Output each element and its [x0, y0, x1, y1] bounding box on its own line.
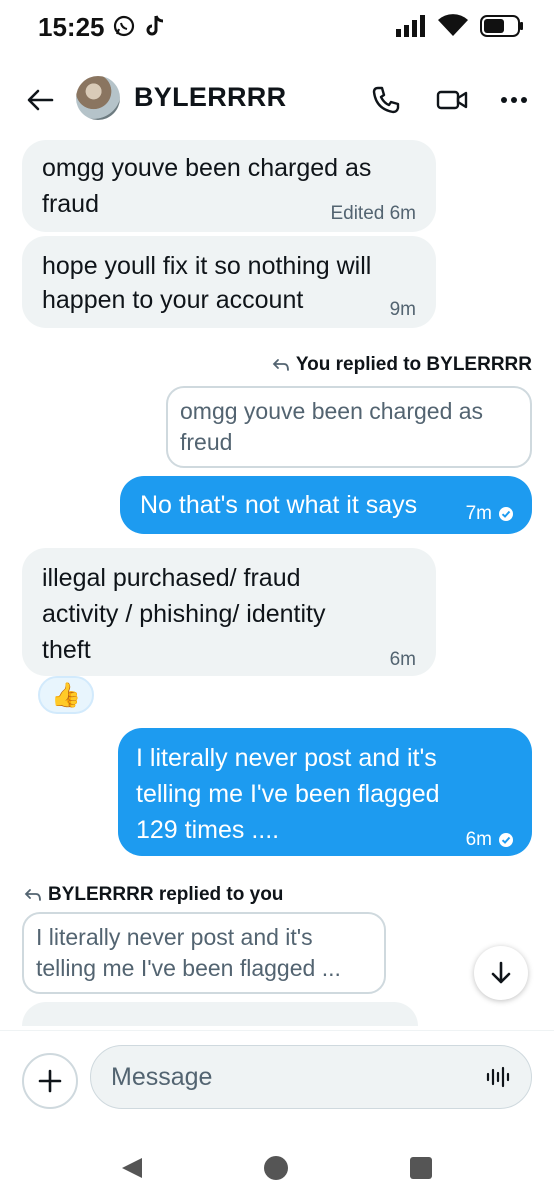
status-bar: 15:25: [0, 0, 554, 56]
message-bubble-outgoing[interactable]: I literally never post and it's telling …: [118, 728, 532, 856]
message-text: hope youll fix it so nothing will: [42, 252, 372, 280]
whatsapp-icon: [112, 14, 136, 43]
reaction-thumbs-up[interactable]: 👍: [38, 676, 94, 714]
message-timestamp: Edited 6m: [330, 203, 416, 224]
quoted-message[interactable]: omgg youve been charged as freud: [166, 386, 532, 468]
message-timestamp: 7m: [466, 496, 514, 532]
message-timestamp: 6m: [466, 822, 514, 858]
message-bubble-incoming[interactable]: illegal purchased/ fraud activity / phis…: [22, 548, 436, 676]
message-bubble-incoming-partial[interactable]: [22, 1002, 418, 1026]
read-check-icon: [499, 507, 513, 521]
message-text: No that's not what it says: [140, 491, 418, 519]
chat-header: BYLERRRR: [0, 70, 554, 128]
tiktok-icon: [144, 14, 166, 43]
wifi-icon: [438, 14, 468, 43]
message-text: I literally never post and it's: [136, 744, 437, 772]
battery-icon: [480, 14, 524, 43]
video-call-button[interactable]: [434, 82, 470, 118]
avatar[interactable]: [76, 76, 120, 120]
plus-icon: [38, 1069, 62, 1093]
phone-icon: [372, 86, 400, 114]
message-list[interactable]: omgg youve been charged as fraud Edited …: [0, 140, 554, 1026]
message-text: fraud: [42, 190, 99, 218]
back-button[interactable]: [22, 82, 58, 118]
arrow-down-icon: [491, 961, 511, 984]
nav-home-icon[interactable]: [264, 1156, 288, 1180]
chat-title[interactable]: BYLERRRR: [134, 82, 286, 113]
add-attachment-button[interactable]: [22, 1053, 78, 1109]
system-nav-bar: [0, 1120, 554, 1200]
message-bubble-incoming[interactable]: hope youll fix it so nothing will happen…: [22, 236, 436, 328]
read-check-icon: [499, 833, 513, 847]
message-timestamp: 9m: [389, 299, 416, 320]
message-bubble-outgoing[interactable]: No that's not what it says 7m: [120, 476, 532, 534]
message-text: theft: [42, 636, 91, 664]
reply-arrow-icon: [272, 359, 289, 371]
status-time: 15:25: [38, 12, 105, 42]
reply-label: You replied to BYLERRRR: [272, 354, 532, 376]
reply-arrow-icon: [24, 889, 41, 901]
message-input-container[interactable]: [90, 1045, 532, 1109]
voice-wave-icon: [486, 1066, 510, 1088]
quoted-message[interactable]: I literally never post and it's telling …: [22, 912, 386, 994]
message-text: activity / phishing/ identity: [42, 600, 326, 628]
back-arrow-icon: [27, 89, 54, 111]
voice-message-button[interactable]: [483, 1062, 513, 1092]
message-timestamp: 6m: [389, 649, 416, 670]
signal-icon: [396, 15, 426, 42]
message-composer: [0, 1030, 554, 1120]
message-text: illegal purchased/ fraud: [42, 564, 301, 592]
nav-recents-icon[interactable]: [410, 1157, 432, 1179]
message-bubble-incoming[interactable]: omgg youve been charged as fraud Edited …: [22, 140, 436, 232]
nav-back-icon[interactable]: [120, 1156, 144, 1180]
reply-label: BYLERRRR replied to you: [24, 884, 283, 906]
message-text: happen to your account: [42, 286, 304, 314]
message-text: omgg youve been charged as: [42, 154, 372, 182]
call-button[interactable]: [368, 82, 404, 118]
more-icon: [501, 97, 527, 103]
message-text: 129 times ....: [136, 816, 280, 844]
message-text: telling me I've been flagged: [136, 780, 440, 808]
message-input[interactable]: [111, 1046, 471, 1108]
scroll-to-bottom-button[interactable]: [474, 946, 528, 1000]
more-options-button[interactable]: [496, 82, 532, 118]
video-camera-icon: [436, 90, 468, 110]
